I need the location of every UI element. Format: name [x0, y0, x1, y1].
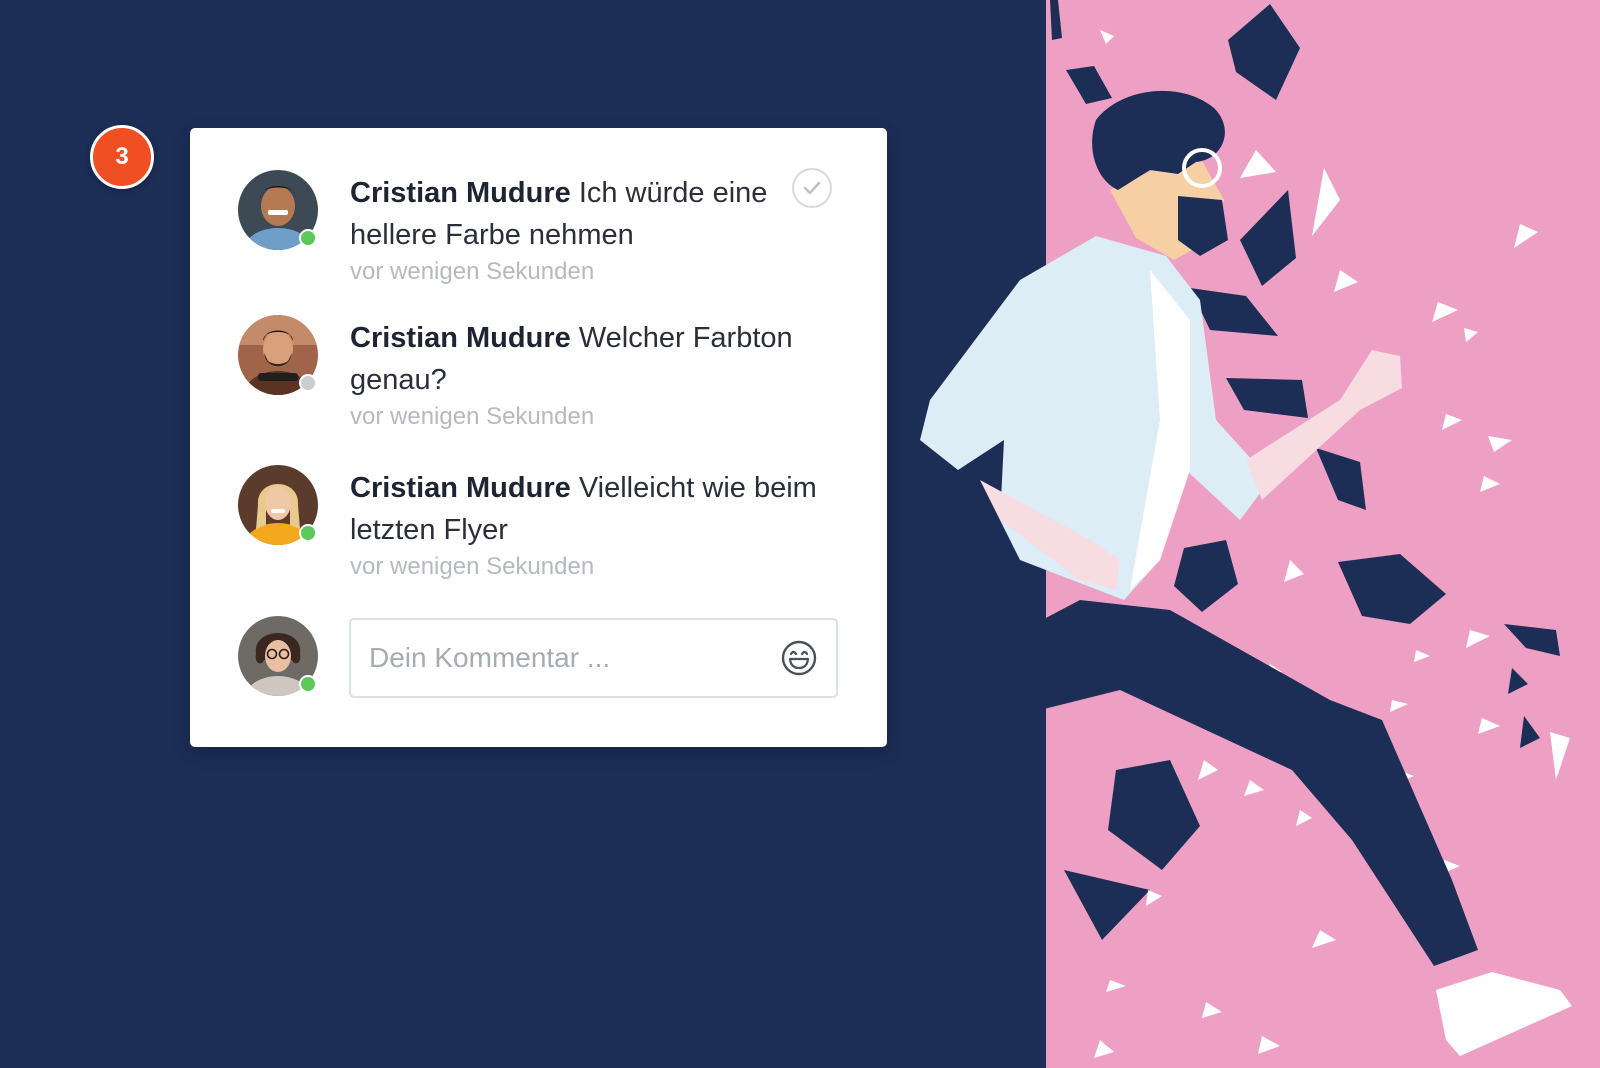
comment-text: Cristian Mudure Welcher Farbton genau?	[350, 317, 840, 401]
online-status-dot	[299, 675, 317, 693]
smiley-icon	[781, 640, 817, 676]
offline-status-dot	[299, 374, 317, 392]
comment-text: Cristian Mudure Vielleicht wie beim letz…	[350, 467, 840, 551]
woman-glasses-avatar[interactable]	[238, 616, 318, 696]
comment-composer	[238, 616, 838, 706]
comment-timestamp: vor wenigen Sekunden	[350, 553, 595, 580]
comment-input-box	[349, 618, 838, 698]
comment-text: Cristian Mudure Ich würde eine hellere F…	[350, 172, 840, 256]
page-background: 3 Cristian Mudure Ich würde eine hellere…	[0, 0, 1600, 1068]
man-smiling-avatar[interactable]	[238, 170, 318, 250]
comment-thread-card: Cristian Mudure Ich würde eine hellere F…	[190, 128, 887, 747]
comment-body: Cristian Mudure Ich würde eine hellere F…	[350, 172, 840, 286]
emoji-button[interactable]	[780, 639, 818, 677]
comment-body: Cristian Mudure Welcher Farbton genau? v…	[350, 317, 840, 431]
man-beard-avatar[interactable]	[238, 315, 318, 395]
comment-count: 3	[115, 143, 129, 170]
comment-author[interactable]: Cristian Mudure	[350, 177, 571, 209]
comment-count-badge: 3	[90, 125, 154, 189]
comment-timestamp: vor wenigen Sekunden	[350, 403, 595, 430]
comment-input[interactable]	[351, 628, 759, 688]
online-status-dot	[299, 524, 317, 542]
woman-blonde-avatar[interactable]	[238, 465, 318, 545]
comment-body: Cristian Mudure Vielleicht wie beim letz…	[350, 467, 840, 581]
online-status-dot	[299, 229, 317, 247]
comment-author[interactable]: Cristian Mudure	[350, 322, 571, 354]
comment-author[interactable]: Cristian Mudure	[350, 472, 571, 504]
comment-timestamp: vor wenigen Sekunden	[350, 258, 595, 285]
